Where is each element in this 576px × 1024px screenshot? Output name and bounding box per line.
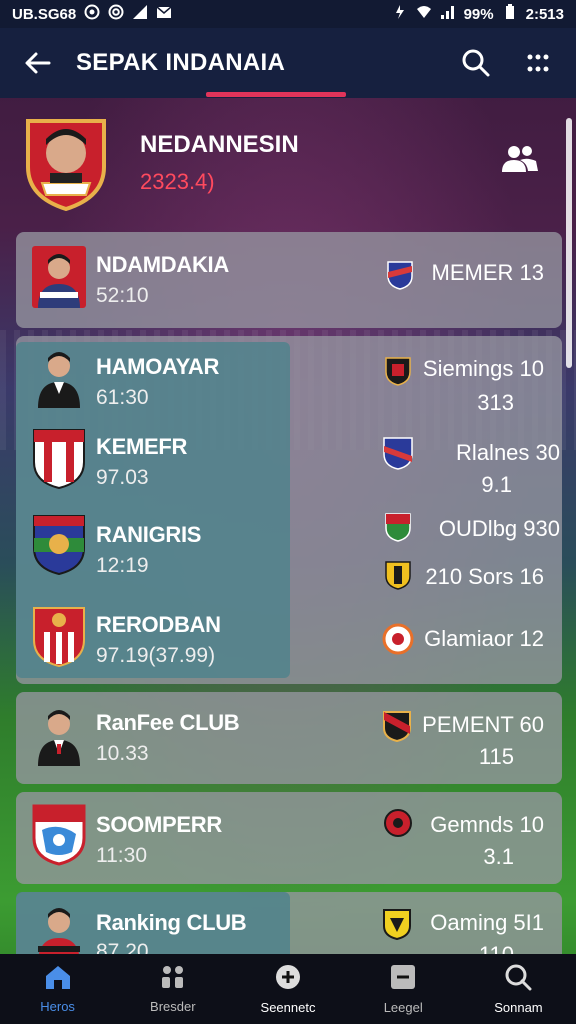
camera-icon (108, 4, 124, 24)
clock: 2:513 (525, 5, 564, 23)
team-value: 313 (477, 390, 514, 415)
profile-header: NEDANNESIN 2323.4) (20, 108, 556, 218)
team-name: PEMENT 60 (422, 712, 544, 737)
nav-item-league[interactable]: Leegel (346, 954, 461, 1024)
player-name: HAMOAYAR (96, 354, 220, 379)
search-icon (504, 963, 532, 996)
cell-signal-icon (440, 4, 456, 24)
team-name: Glamiaor 12 (424, 626, 544, 651)
player-name: RanFee CLUB (96, 710, 240, 735)
wifi-icon (416, 4, 432, 24)
player-name: RANIGRIS (96, 522, 202, 547)
nav-item-home[interactable]: Heros (0, 954, 115, 1024)
tab-indicator (206, 92, 346, 97)
player-value: 11:30 (96, 844, 147, 867)
arrow-left-icon[interactable] (18, 43, 58, 83)
search-icon[interactable] (456, 43, 496, 83)
player-value: 61:30 (96, 386, 149, 409)
player-name: RERODBAN (96, 612, 221, 637)
club-crest-icon (32, 804, 86, 866)
player-avatar (32, 902, 84, 964)
club-badge-icon (382, 908, 411, 941)
app-bar: SEPAK INDANAIA (0, 28, 576, 98)
team-crest-icon (20, 115, 112, 212)
mail-icon (156, 4, 172, 24)
team-name: Siemings 10 (422, 356, 544, 381)
player-name: Ranking CLUB (96, 910, 247, 935)
whatsapp-icon (84, 4, 100, 24)
grid-dots-icon[interactable] (518, 43, 558, 83)
team-name: Rlalnes 30 (456, 440, 560, 465)
club-badge-icon (382, 622, 414, 655)
home-icon (44, 964, 72, 995)
player-value: 97.03 (96, 466, 149, 489)
ranking-card[interactable]: NDAMDAKIA 52:10 MEMER 13 (16, 232, 562, 328)
status-bar: UB.SG68 99% 2:513 (0, 0, 576, 28)
player-avatar (32, 246, 86, 308)
team-name: Gemnds 10 (430, 812, 544, 837)
player-avatar (32, 704, 84, 766)
club-badge-icon (382, 436, 413, 470)
player-name: NDAMDAKIA (96, 252, 229, 277)
club-crest-icon (32, 606, 85, 668)
nav-label: Sonnam (494, 1000, 543, 1015)
bottom-navigation: Heros Bresder Seennetc Leegel Sonnam (0, 954, 576, 1024)
club-crest-icon (32, 428, 85, 490)
plus-circle-icon (274, 963, 302, 996)
club-badge-icon (384, 356, 412, 386)
club-badge-icon (384, 512, 412, 542)
player-name: SOOMPERR (96, 812, 222, 837)
player-avatar (32, 346, 84, 408)
nav-label: Leegel (383, 1000, 423, 1015)
group-icon[interactable] (502, 144, 538, 179)
club-badge-icon (386, 260, 414, 290)
ranking-card[interactable]: RanFee CLUB 10.33 PEMENT 60 115 (16, 692, 562, 784)
battery-icon (502, 4, 518, 24)
team-name: OUDlbg 930 (438, 516, 560, 541)
nav-item-players[interactable]: Bresder (115, 954, 230, 1024)
minus-square-icon (389, 963, 417, 996)
players-icon (159, 964, 187, 995)
player-value: 97.19(37.99) (96, 644, 216, 667)
club-crest-icon (32, 514, 85, 576)
nav-item-search[interactable]: Sonnam (461, 954, 576, 1024)
player-name: KEMEFR (96, 434, 188, 459)
carrier-label: UB.SG68 (12, 5, 77, 23)
club-badge-icon (382, 710, 411, 743)
profile-name: NEDANNESIN (140, 131, 299, 158)
signal-icon (132, 4, 148, 24)
team-name: MEMER 13 (431, 260, 544, 285)
player-value: 10.33 (96, 742, 149, 765)
nav-label: Heros (40, 999, 75, 1014)
nav-label: Seennetc (260, 1000, 316, 1015)
team-name: 210 Sors 16 (425, 564, 544, 589)
team-value: 3.1 (483, 844, 514, 869)
club-badge-icon (384, 808, 412, 838)
ranking-card[interactable]: SOOMPERR 11:30 Gemnds 10 3.1 (16, 792, 562, 884)
page-title: SEPAK INDANAIA (76, 49, 286, 76)
data-saver-icon (392, 4, 408, 24)
player-value: 52:10 (96, 284, 149, 307)
scrollbar[interactable] (566, 118, 572, 368)
club-badge-icon (384, 560, 412, 590)
profile-subtitle: 2323.4) (140, 169, 215, 194)
team-value: 9.1 (481, 472, 512, 497)
team-value: 115 (478, 744, 514, 769)
nav-label: Bresder (150, 999, 196, 1014)
battery-percent: 99% (463, 5, 494, 23)
team-name: Oaming 5I1 (430, 910, 544, 935)
nav-item-add[interactable]: Seennetc (230, 954, 345, 1024)
player-value: 12:19 (96, 554, 149, 577)
